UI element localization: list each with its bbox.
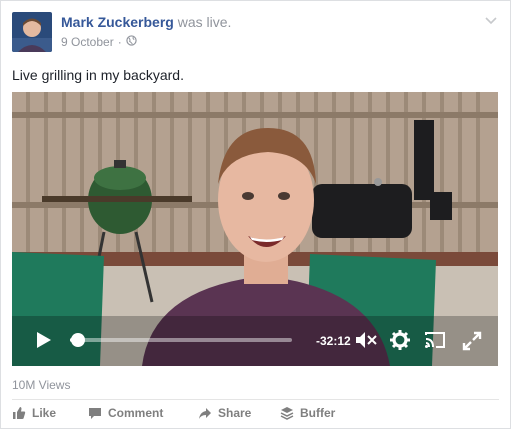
meta-separator: · <box>117 35 122 49</box>
thumbs-up-icon <box>13 407 26 419</box>
like-label: Like <box>32 406 57 420</box>
chevron-down-icon[interactable] <box>484 13 498 27</box>
cast-icon[interactable] <box>424 331 446 354</box>
buffer-label: Buffer <box>300 406 336 420</box>
share-icon <box>199 407 211 419</box>
share-label: Share <box>218 406 252 420</box>
post-header-title: Mark Zuckerberg was live. <box>61 14 231 30</box>
progress-scrubber[interactable] <box>71 333 86 347</box>
progress-bar[interactable] <box>70 333 292 347</box>
action-bar: Like Comment Share Buffer <box>12 406 360 420</box>
buffer-button[interactable]: Buffer <box>280 406 360 420</box>
divider <box>12 399 499 400</box>
share-button[interactable]: Share <box>198 406 280 420</box>
public-globe-icon[interactable] <box>126 35 137 49</box>
fullscreen-icon[interactable] <box>462 331 482 356</box>
comment-button[interactable]: Comment <box>88 406 198 420</box>
view-count: 10M Views <box>12 378 71 392</box>
post-card: Mark Zuckerberg was live. 9 October · Li… <box>0 0 511 429</box>
author-link[interactable]: Mark Zuckerberg <box>61 14 174 30</box>
buffer-icon <box>280 407 294 420</box>
like-button[interactable]: Like <box>12 406 88 420</box>
avatar[interactable] <box>12 12 52 52</box>
video-controls: -32:12 <box>12 321 498 366</box>
settings-gear-icon[interactable] <box>390 330 410 355</box>
mute-icon[interactable] <box>355 331 377 354</box>
live-status: was live. <box>177 14 232 30</box>
post-date[interactable]: 9 October <box>61 35 114 49</box>
post-meta: 9 October · <box>61 35 137 49</box>
remaining-time: -32:12 <box>316 334 351 348</box>
comment-icon <box>89 407 101 419</box>
comment-label: Comment <box>108 406 164 420</box>
post-text: Live grilling in my backyard. <box>12 67 184 83</box>
play-icon[interactable] <box>36 331 52 354</box>
